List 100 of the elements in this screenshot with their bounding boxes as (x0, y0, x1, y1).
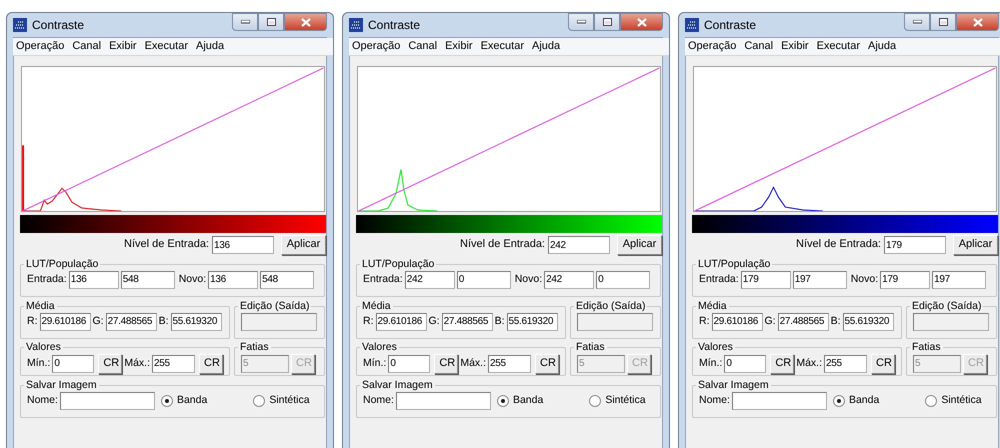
apply-button[interactable]: Aplicar (281, 235, 326, 255)
maximize-icon (266, 18, 276, 26)
field-label: Nome: (699, 394, 730, 407)
cr-button[interactable]: CR (199, 354, 224, 374)
input-field[interactable]: 0 (596, 270, 650, 289)
input-field[interactable]: 548 (260, 270, 314, 289)
window-title: Contraste (704, 18, 758, 32)
menu-item[interactable]: Canal (408, 40, 438, 54)
cr-button[interactable]: CR (871, 354, 896, 374)
cr-button[interactable]: CR (535, 354, 560, 374)
menu-item[interactable]: Ajuda (532, 40, 560, 54)
input-field[interactable]: 179 (880, 270, 930, 289)
radio-button[interactable]: Banda (160, 394, 208, 407)
menu-item[interactable]: Operação (352, 40, 400, 54)
input-field[interactable] (732, 392, 827, 410)
field-label: Mín.: (699, 357, 722, 370)
input-field[interactable]: 242 (544, 270, 594, 289)
field-label: Entrada: (699, 273, 739, 286)
input-field[interactable]: 0 (724, 354, 766, 373)
input-field[interactable]: 29.610186 (40, 312, 90, 331)
input-field[interactable]: 55.619320 (506, 312, 558, 331)
apply-button[interactable]: Aplicar (617, 235, 662, 255)
input-field[interactable]: 0 (388, 354, 430, 373)
input-field[interactable]: 255 (488, 354, 532, 373)
minimize-button[interactable] (904, 13, 930, 31)
field-label: Novo: (514, 273, 542, 286)
input-field[interactable]: 548 (120, 270, 175, 289)
menu-item[interactable]: Operação (688, 40, 736, 54)
apply-button[interactable]: Aplicar (953, 235, 998, 255)
menu-item[interactable]: Ajuda (196, 40, 224, 54)
radio-button[interactable]: Banda (496, 394, 544, 407)
input-field[interactable] (60, 392, 155, 410)
window-title: Contraste (32, 18, 86, 32)
radio-button[interactable]: Sintética (589, 394, 646, 407)
field-label: Entrada: (363, 273, 403, 286)
input-field[interactable]: 27.488565 (106, 312, 157, 331)
group-title: Valores (25, 342, 62, 354)
radio-button[interactable]: Sintética (253, 394, 310, 407)
minimize-button[interactable] (568, 13, 594, 31)
input-field[interactable]: 55.619320 (170, 312, 222, 331)
input-field[interactable]: 242 (404, 270, 455, 289)
input-field[interactable]: 0 (52, 354, 94, 373)
menu-item[interactable]: Executar (816, 40, 860, 54)
field-label: R: (699, 315, 710, 328)
menu-item[interactable]: Executar (144, 40, 188, 54)
group-title: Salvar Imagem (697, 380, 770, 392)
field-label: Novo: (178, 273, 206, 286)
field-label: B: (830, 315, 841, 328)
group-title: Valores (361, 342, 398, 354)
input-field[interactable]: 255 (152, 354, 196, 373)
input-field[interactable]: 29.610186 (712, 312, 762, 331)
menu-item[interactable]: Exibir (781, 40, 809, 54)
maximize-button[interactable] (594, 13, 620, 31)
close-button[interactable] (620, 13, 663, 31)
group-title: Média (25, 301, 56, 313)
close-icon (636, 18, 646, 26)
menu-item[interactable]: Exibir (445, 40, 473, 54)
group-title: Salvar Imagem (361, 380, 434, 392)
field-label: Mín.: (363, 357, 386, 370)
input-field[interactable]: 197 (932, 270, 986, 289)
input-field[interactable]: 242 (548, 236, 610, 254)
group-title: LUT/População (361, 259, 436, 271)
menu-item[interactable]: Canal (744, 40, 774, 54)
input-field[interactable] (396, 392, 491, 410)
minimize-button[interactable] (232, 13, 258, 31)
menu-item[interactable]: Executar (480, 40, 524, 54)
group-title: Média (361, 301, 392, 313)
close-button[interactable] (956, 13, 999, 31)
input-field[interactable]: 179 (740, 270, 791, 289)
menu-item[interactable]: Canal (72, 40, 102, 54)
cr-button[interactable]: CR (434, 354, 458, 374)
field-label: Máx.: (796, 357, 822, 370)
field-label: Nível de Entrada: (124, 238, 209, 252)
menu-item[interactable]: Operação (16, 40, 64, 54)
maximize-button[interactable] (930, 13, 956, 31)
app-icon (349, 18, 363, 32)
input-field[interactable]: 136 (68, 270, 119, 289)
menu-item[interactable]: Exibir (109, 40, 137, 54)
group-title: Fatias (239, 342, 270, 354)
menu-item[interactable]: Ajuda (868, 40, 896, 54)
input-field[interactable]: 136 (208, 270, 258, 289)
app-icon (685, 18, 699, 32)
input-field[interactable]: 179 (884, 236, 946, 254)
close-button[interactable] (284, 13, 327, 31)
input-field[interactable]: 136 (212, 236, 274, 254)
radio-button[interactable]: Banda (832, 394, 880, 407)
input-field[interactable]: 55.619320 (842, 312, 894, 331)
input-field[interactable]: 197 (792, 270, 847, 289)
cr-button[interactable]: CR (98, 354, 122, 374)
maximize-button[interactable] (258, 13, 284, 31)
input-field[interactable]: 27.488565 (778, 312, 829, 331)
input-field[interactable]: 27.488565 (442, 312, 493, 331)
field-label: Máx.: (124, 357, 150, 370)
cr-button[interactable]: CR (770, 354, 794, 374)
field-label: R: (27, 315, 38, 328)
radio-button[interactable]: Sintética (925, 394, 982, 407)
input-field[interactable]: 29.610186 (376, 312, 426, 331)
group-title: Fatias (911, 342, 942, 354)
input-field[interactable]: 255 (824, 354, 868, 373)
input-field[interactable]: 0 (456, 270, 511, 289)
